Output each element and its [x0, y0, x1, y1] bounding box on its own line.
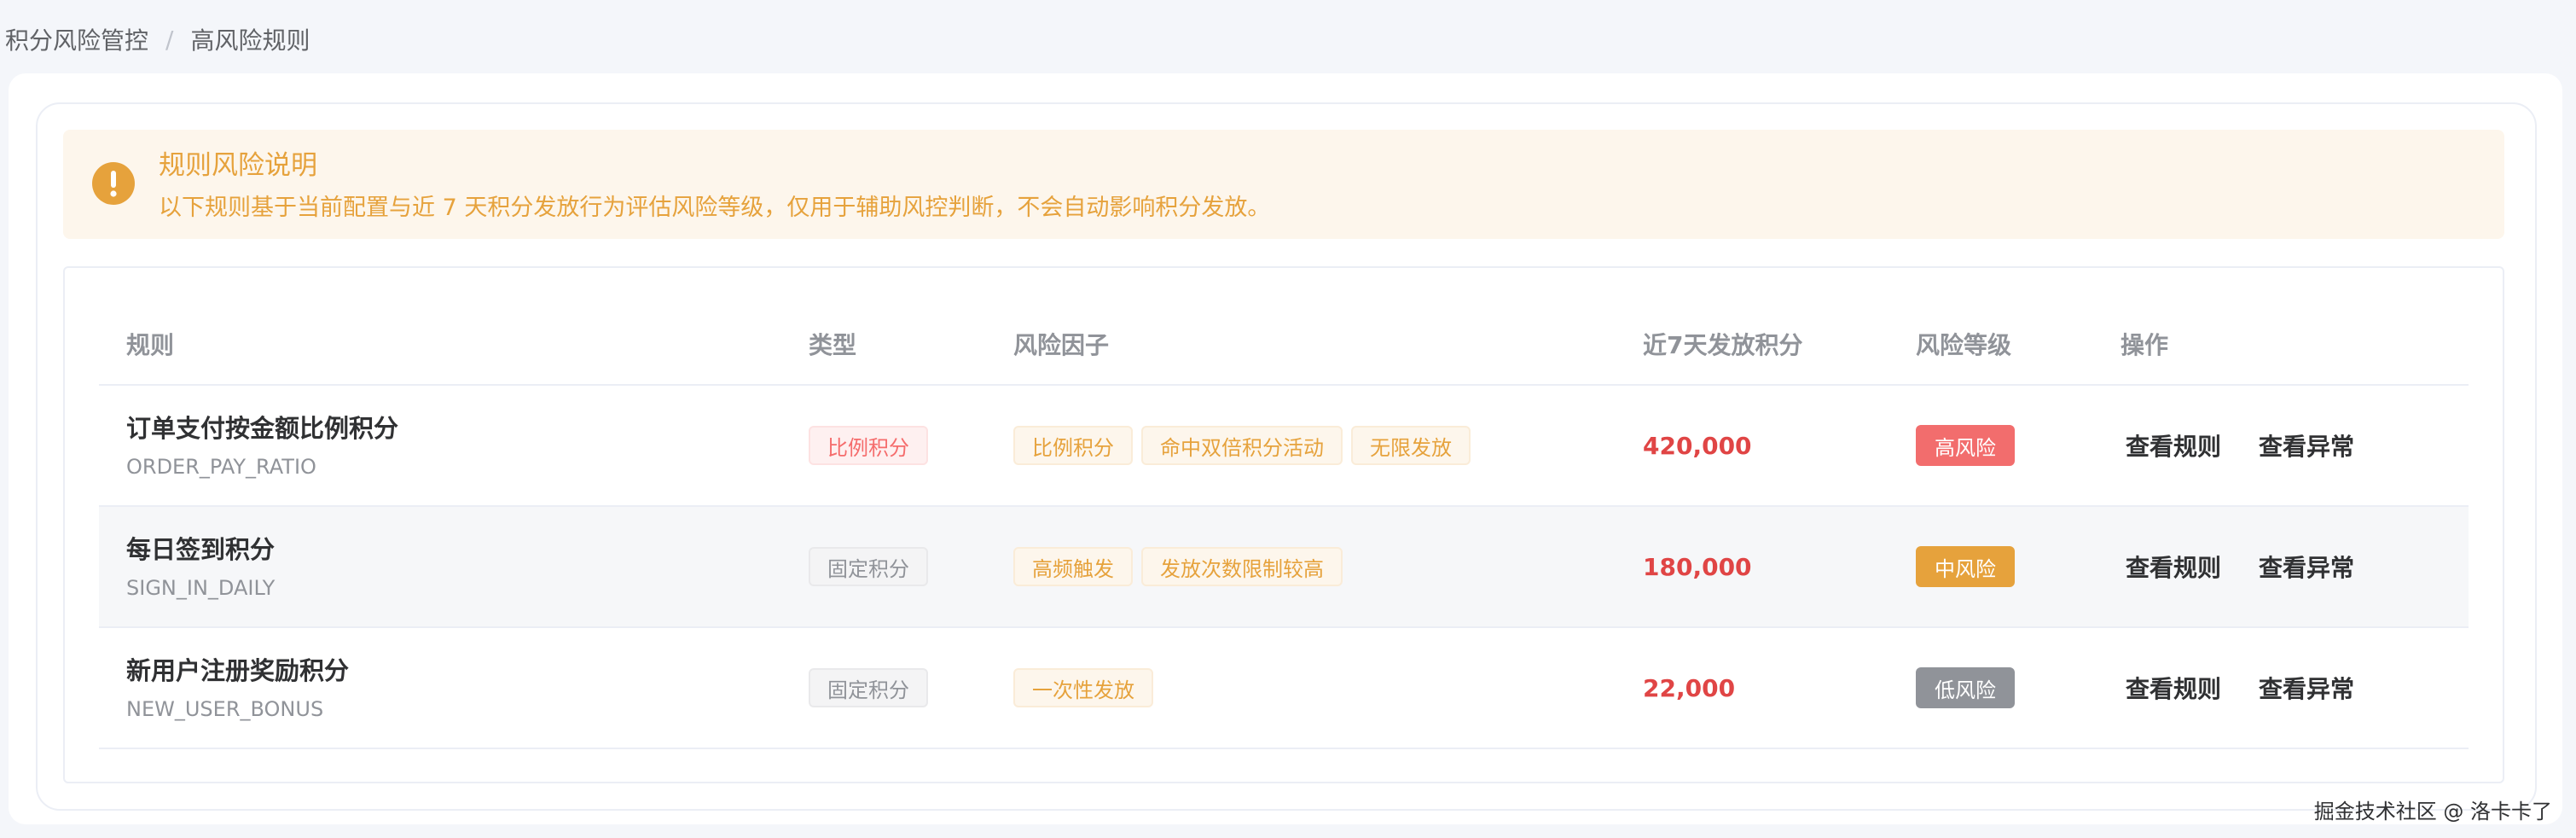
view-rule-button[interactable]: 查看规则: [2126, 671, 2221, 705]
risk-level-badge: 中风险: [1916, 546, 2015, 587]
issued-cell: 420,000: [1643, 386, 1899, 505]
actions-cell: 查看规则 查看异常: [2121, 386, 2462, 505]
factor-tag: 高频触发: [1013, 547, 1133, 586]
risk-alert: 规则风险说明 以下规则基于当前配置与近 7 天积分发放行为评估风险等级，仅用于辅…: [63, 130, 2504, 239]
rule-name: 每日签到积分: [126, 535, 276, 564]
rule-code: NEW_USER_BONUS: [126, 697, 324, 721]
table-row: 每日签到积分 SIGN_IN_DAILY 固定积分 高频触发 发放次数限制较高 …: [99, 507, 2469, 628]
rules-table-card: 规则 类型 风险因子 近7天发放积分 风险等级 操作 订单支付按金额比例积分 O…: [63, 266, 2504, 783]
type-cell: 固定积分: [809, 628, 996, 748]
type-cell: 比例积分: [809, 386, 996, 505]
rule-cell: 新用户注册奖励积分 NEW_USER_BONUS: [126, 628, 775, 748]
header-actions: 操作: [2121, 331, 2169, 359]
rules-table: 规则 类型 风险因子 近7天发放积分 风险等级 操作 订单支付按金额比例积分 O…: [99, 304, 2469, 749]
view-anomaly-button[interactable]: 查看异常: [2259, 428, 2354, 463]
table-header: 规则 类型 风险因子 近7天发放积分 风险等级 操作: [99, 304, 2469, 386]
type-tag: 固定积分: [809, 547, 928, 586]
header-type: 类型: [809, 331, 857, 359]
breadcrumb-item-parent[interactable]: 积分风险管控: [5, 22, 148, 56]
factors-cell: 一次性发放: [1013, 628, 1627, 748]
issued-points: 420,000: [1643, 431, 1752, 460]
factor-tag: 比例积分: [1013, 426, 1133, 465]
breadcrumb: 积分风险管控 / 高风险规则: [5, 19, 310, 60]
exclamation-icon: [92, 162, 135, 205]
level-cell: 中风险: [1916, 507, 2103, 626]
risk-level-badge: 高风险: [1916, 425, 2015, 466]
rule-name: 新用户注册奖励积分: [126, 656, 350, 685]
actions-cell: 查看规则 查看异常: [2121, 507, 2462, 626]
breadcrumb-separator: /: [165, 25, 174, 54]
risk-level-badge: 低风险: [1916, 667, 2015, 708]
level-cell: 低风险: [1916, 628, 2103, 748]
factors-cell: 比例积分 命中双倍积分活动 无限发放: [1013, 386, 1627, 505]
rule-cell: 每日签到积分 SIGN_IN_DAILY: [126, 507, 775, 626]
type-tag: 比例积分: [809, 426, 928, 465]
factor-list: 比例积分 命中双倍积分活动 无限发放: [1013, 426, 1471, 465]
factor-tag: 命中双倍积分活动: [1141, 426, 1343, 465]
table-row: 订单支付按金额比例积分 ORDER_PAY_RATIO 比例积分 比例积分 命中…: [99, 386, 2469, 507]
header-rule: 规则: [126, 331, 175, 359]
header-factors: 风险因子: [1013, 331, 1110, 359]
view-anomaly-button[interactable]: 查看异常: [2259, 550, 2354, 584]
issued-cell: 180,000: [1643, 507, 1899, 626]
factors-cell: 高频触发 发放次数限制较高: [1013, 507, 1627, 626]
issued-points: 22,000: [1643, 673, 1736, 702]
issued-cell: 22,000: [1643, 628, 1899, 748]
view-rule-button[interactable]: 查看规则: [2126, 428, 2221, 463]
factor-list: 一次性发放: [1013, 668, 1153, 707]
level-cell: 高风险: [1916, 386, 2103, 505]
factor-list: 高频触发 发放次数限制较高: [1013, 547, 1343, 586]
rule-code: SIGN_IN_DAILY: [126, 576, 276, 600]
header-level: 风险等级: [1916, 331, 2012, 359]
breadcrumb-item-current: 高风险规则: [190, 26, 310, 55]
alert-description: 以下规则基于当前配置与近 7 天积分发放行为评估风险等级，仅用于辅助风控判断，不…: [159, 195, 1271, 221]
issued-points: 180,000: [1643, 552, 1752, 581]
factor-tag: 无限发放: [1351, 426, 1471, 465]
type-tag: 固定积分: [809, 668, 928, 707]
view-rule-button[interactable]: 查看规则: [2126, 550, 2221, 584]
type-cell: 固定积分: [809, 507, 996, 626]
factor-tag: 发放次数限制较高: [1141, 547, 1343, 586]
rule-cell: 订单支付按金额比例积分 ORDER_PAY_RATIO: [126, 386, 775, 505]
factor-tag: 一次性发放: [1013, 668, 1153, 707]
header-issued: 近7天发放积分: [1643, 331, 1803, 359]
rule-name: 订单支付按金额比例积分: [126, 414, 399, 443]
alert-title: 规则风险说明: [159, 150, 317, 181]
view-anomaly-button[interactable]: 查看异常: [2259, 671, 2354, 705]
rule-code: ORDER_PAY_RATIO: [126, 455, 316, 479]
actions-cell: 查看规则 查看异常: [2121, 628, 2462, 748]
watermark: 掘金技术社区 @ 洛卡卡了: [2313, 800, 2552, 823]
table-row: 新用户注册奖励积分 NEW_USER_BONUS 固定积分 一次性发放 22,0…: [99, 628, 2469, 749]
